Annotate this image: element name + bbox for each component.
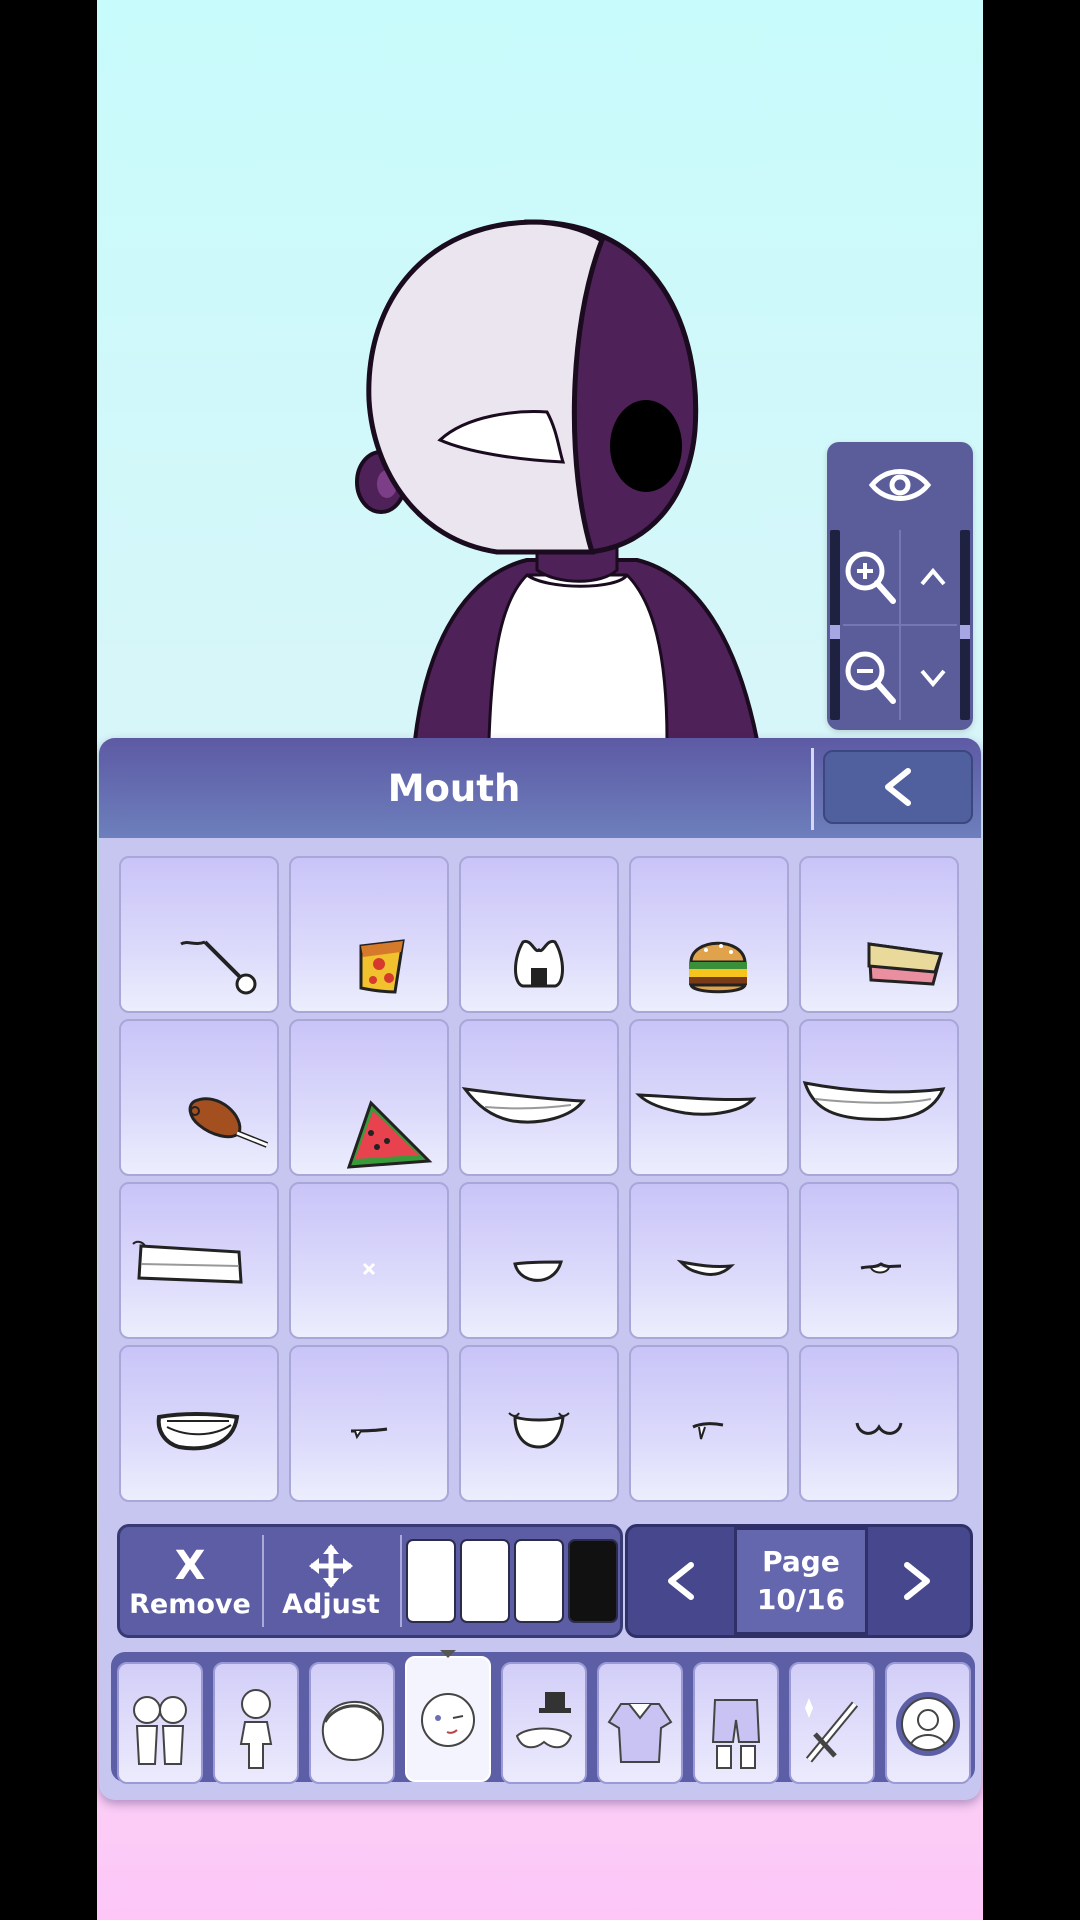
- divider: [811, 748, 814, 830]
- color-swatch-4[interactable]: [568, 1539, 618, 1623]
- mouth-option-open-teeth[interactable]: [119, 1345, 279, 1502]
- eye-icon[interactable]: [867, 460, 933, 510]
- adjust-button[interactable]: Adjust: [264, 1527, 398, 1635]
- page-indicator: Page 10/16: [734, 1527, 868, 1635]
- mouth-option-tiny-smirk[interactable]: [799, 1182, 959, 1339]
- adjust-label: Adjust: [282, 1588, 380, 1620]
- accessory-mask-hat-icon: [515, 1692, 573, 1749]
- page-navigator: Page 10/16: [625, 1524, 973, 1638]
- selected-indicator: [440, 1650, 456, 1658]
- mouth-option-sandwich[interactable]: [799, 856, 959, 1013]
- chevron-right-icon: [904, 1562, 930, 1600]
- zoom-in-icon[interactable]: [841, 542, 899, 612]
- body-icon: [239, 1689, 273, 1769]
- slider-rail-left[interactable]: [830, 530, 840, 720]
- mouth-option-open-smile[interactable]: [459, 1345, 619, 1502]
- mouth-option-clenched-teeth[interactable]: [119, 1182, 279, 1339]
- mouth-option-fang-line[interactable]: [289, 1345, 449, 1502]
- divider: [400, 1535, 402, 1627]
- mouth-option-big-grin[interactable]: [799, 1019, 959, 1176]
- page-label: Page: [762, 1545, 840, 1578]
- category-tops[interactable]: [597, 1662, 683, 1784]
- category-profile[interactable]: [885, 1662, 971, 1784]
- mouth-option-wide-grin[interactable]: [459, 1019, 619, 1176]
- remove-label: Remove: [129, 1588, 251, 1620]
- mouth-option-pizza[interactable]: [289, 856, 449, 1013]
- chevron-down-icon[interactable]: [905, 642, 961, 712]
- divider: [843, 624, 957, 626]
- mouth-option-hamburger[interactable]: [629, 856, 789, 1013]
- close-icon: X: [174, 1542, 206, 1589]
- profile-icon: [896, 1692, 960, 1756]
- view-controls: [827, 442, 973, 730]
- back-button[interactable]: [823, 750, 973, 824]
- category-accessories[interactable]: [501, 1662, 587, 1784]
- color-swatches: [406, 1539, 618, 1623]
- mouth-option-small-open[interactable]: [459, 1182, 619, 1339]
- game-stage: Mouth X Remove Adjust Page 10/16: [97, 0, 983, 1920]
- face-icon: [421, 1693, 475, 1747]
- remove-button[interactable]: X Remove: [120, 1527, 260, 1635]
- mouth-option-lollipop[interactable]: [119, 856, 279, 1013]
- mouth-panel: Mouth X Remove Adjust Page 10/16: [99, 738, 981, 1800]
- category-hair[interactable]: [309, 1662, 395, 1784]
- hair-icon: [321, 1700, 385, 1762]
- category-bottoms[interactable]: [693, 1662, 779, 1784]
- move-arrows-icon: [309, 1543, 353, 1588]
- category-face[interactable]: [405, 1650, 491, 1782]
- mouth-option-small-smile[interactable]: [629, 1182, 789, 1339]
- props-sword-icon: [805, 1698, 859, 1763]
- mouth-options-grid: [119, 856, 963, 1502]
- edit-toolbar: X Remove Adjust: [117, 1524, 623, 1638]
- chevron-left-icon: [668, 1562, 694, 1600]
- category-body[interactable]: [213, 1662, 299, 1784]
- mouth-option-thin-smile[interactable]: [629, 1019, 789, 1176]
- bottoms-shorts-icon: [711, 1699, 761, 1769]
- mouth-option-cat-mouth[interactable]: [799, 1345, 959, 1502]
- mouth-option-watermelon[interactable]: [289, 1019, 449, 1176]
- page-value: 10/16: [756, 1583, 846, 1616]
- mouth-option-none[interactable]: [289, 1182, 449, 1339]
- category-presets[interactable]: [117, 1662, 203, 1784]
- mouth-option-single-fang[interactable]: [629, 1345, 789, 1502]
- chevron-up-icon[interactable]: [905, 542, 961, 612]
- panel-title: Mouth: [387, 766, 521, 810]
- preset-characters-icon: [133, 1696, 187, 1765]
- slider-rail-right[interactable]: [960, 530, 970, 720]
- panel-header: Mouth: [99, 738, 981, 838]
- color-swatch-1[interactable]: [406, 1539, 456, 1623]
- mouth-option-chicken-leg[interactable]: [119, 1019, 279, 1176]
- color-swatch-3[interactable]: [514, 1539, 564, 1623]
- category-bar: [111, 1650, 975, 1784]
- next-page-button[interactable]: [864, 1527, 970, 1635]
- chevron-left-icon: [885, 768, 911, 806]
- previous-page-button[interactable]: [628, 1527, 734, 1635]
- category-props[interactable]: [789, 1662, 875, 1784]
- top-shirt-icon: [607, 1703, 673, 1763]
- zoom-out-icon[interactable]: [841, 642, 899, 712]
- color-swatch-2[interactable]: [460, 1539, 510, 1623]
- mouth-option-onigiri[interactable]: [459, 856, 619, 1013]
